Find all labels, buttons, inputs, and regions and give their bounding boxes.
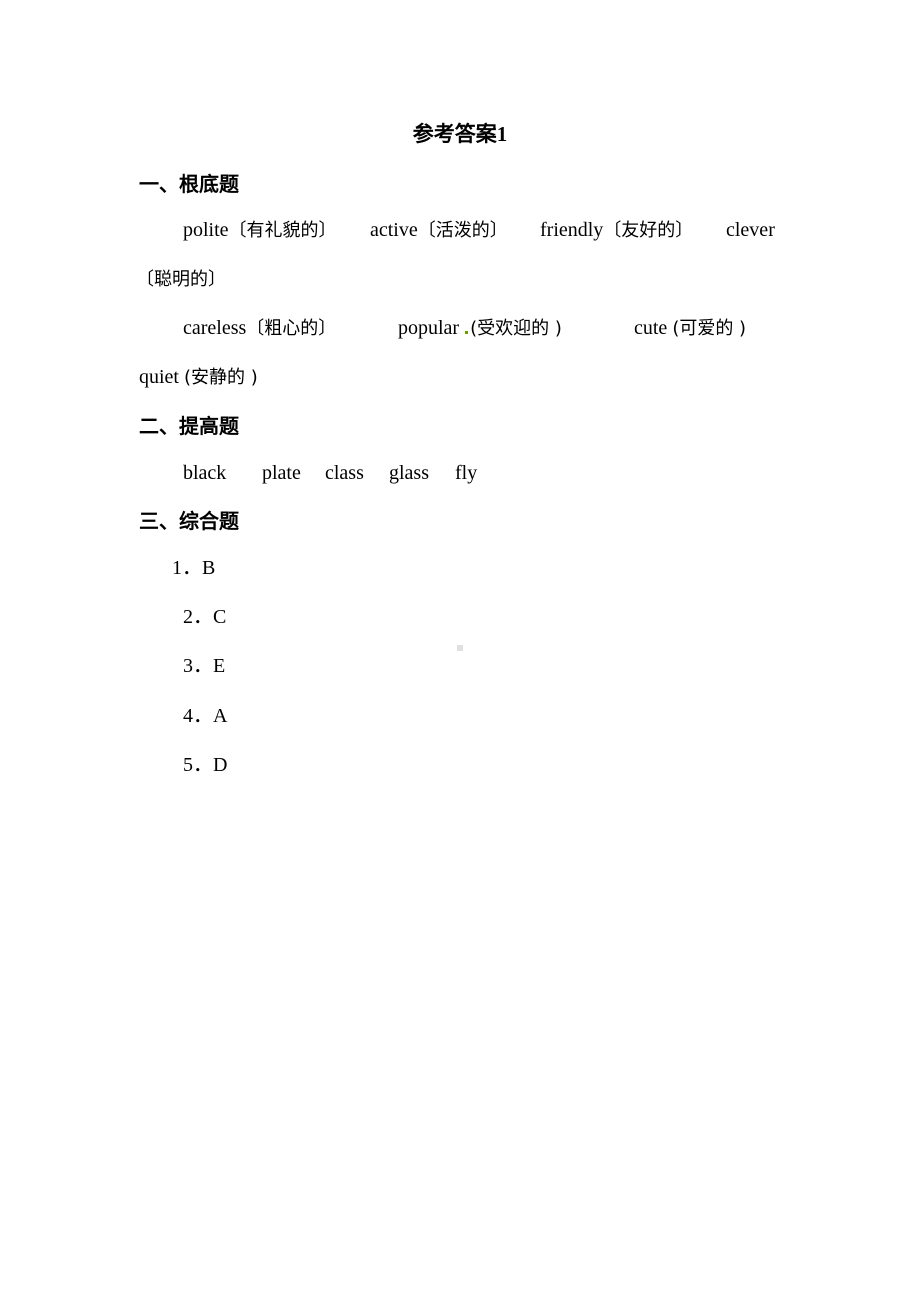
vocab-meaning: (受欢迎的 ) bbox=[470, 318, 562, 339]
vocab-word: popular bbox=[398, 317, 460, 339]
answer-value: D bbox=[213, 754, 228, 776]
vocab-word: quiet bbox=[139, 366, 179, 388]
vocab-line-2-wrap: quiet (安静的 ) bbox=[139, 365, 258, 390]
word-item: fly bbox=[455, 462, 478, 484]
vocab-line-1: polite〔有礼貌的〕 bbox=[183, 218, 337, 243]
vocab-line-2b: popular (受欢迎的 ) bbox=[398, 316, 562, 341]
vocab-meaning: 〔有礼貌的〕 bbox=[228, 220, 337, 241]
section-heading-advanced: 二、提高题 bbox=[139, 414, 239, 438]
answer-item: 4．A bbox=[183, 704, 227, 728]
vocab-meaning: 〔友好的〕 bbox=[603, 220, 694, 241]
answer-number: 5． bbox=[183, 754, 213, 776]
answer-item: 3．E bbox=[183, 654, 225, 678]
vocab-word: polite bbox=[183, 219, 229, 241]
vocab-meaning: (安静的 ) bbox=[184, 367, 258, 388]
section-heading-basic: 一、根底题 bbox=[139, 172, 239, 196]
answer-number: 3． bbox=[183, 655, 213, 677]
answer-value: A bbox=[213, 705, 228, 727]
word-item: black bbox=[183, 462, 227, 484]
answer-number: 2． bbox=[183, 606, 213, 628]
vocab-line-1-wrap: 〔聪明的〕 bbox=[136, 267, 226, 292]
vocab-line-1c: friendly〔友好的〕 bbox=[540, 218, 693, 243]
page-title: 参考答案1 bbox=[412, 122, 508, 146]
vocab-word: cute bbox=[634, 317, 668, 339]
answer-item: 1．B bbox=[172, 556, 215, 580]
answer-number: 4． bbox=[183, 705, 213, 727]
answer-value: E bbox=[213, 655, 226, 677]
word-item: glass bbox=[389, 462, 429, 484]
vocab-word: active bbox=[370, 219, 418, 241]
edit-marker-icon bbox=[465, 331, 469, 334]
answer-number: 1． bbox=[172, 557, 202, 579]
word-item: class bbox=[325, 462, 364, 484]
vocab-word: careless bbox=[183, 317, 247, 339]
vocab-line-1d: clever bbox=[726, 218, 775, 242]
vocab-meaning: (可爱的 ) bbox=[672, 318, 747, 339]
section-heading-comprehensive: 三、综合题 bbox=[139, 509, 239, 533]
answer-item: 2．C bbox=[183, 605, 226, 629]
vocab-word: friendly bbox=[540, 219, 604, 241]
vocab-line-2: careless〔粗心的〕 bbox=[183, 316, 336, 341]
artifact-dot bbox=[457, 645, 463, 651]
vocab-line-2c: cute (可爱的 ) bbox=[634, 316, 746, 341]
vocab-meaning: 〔聪明的〕 bbox=[136, 269, 226, 290]
word-item: plate bbox=[262, 462, 301, 484]
answer-value: B bbox=[202, 557, 216, 579]
vocab-line-1b: active〔活泼的〕 bbox=[370, 218, 508, 243]
vocab-meaning: 〔粗心的〕 bbox=[246, 318, 337, 339]
answer-item: 5．D bbox=[183, 753, 227, 777]
answer-value: C bbox=[213, 606, 227, 628]
vocab-meaning: 〔活泼的〕 bbox=[417, 220, 508, 241]
vocab-word: clever bbox=[726, 219, 775, 241]
